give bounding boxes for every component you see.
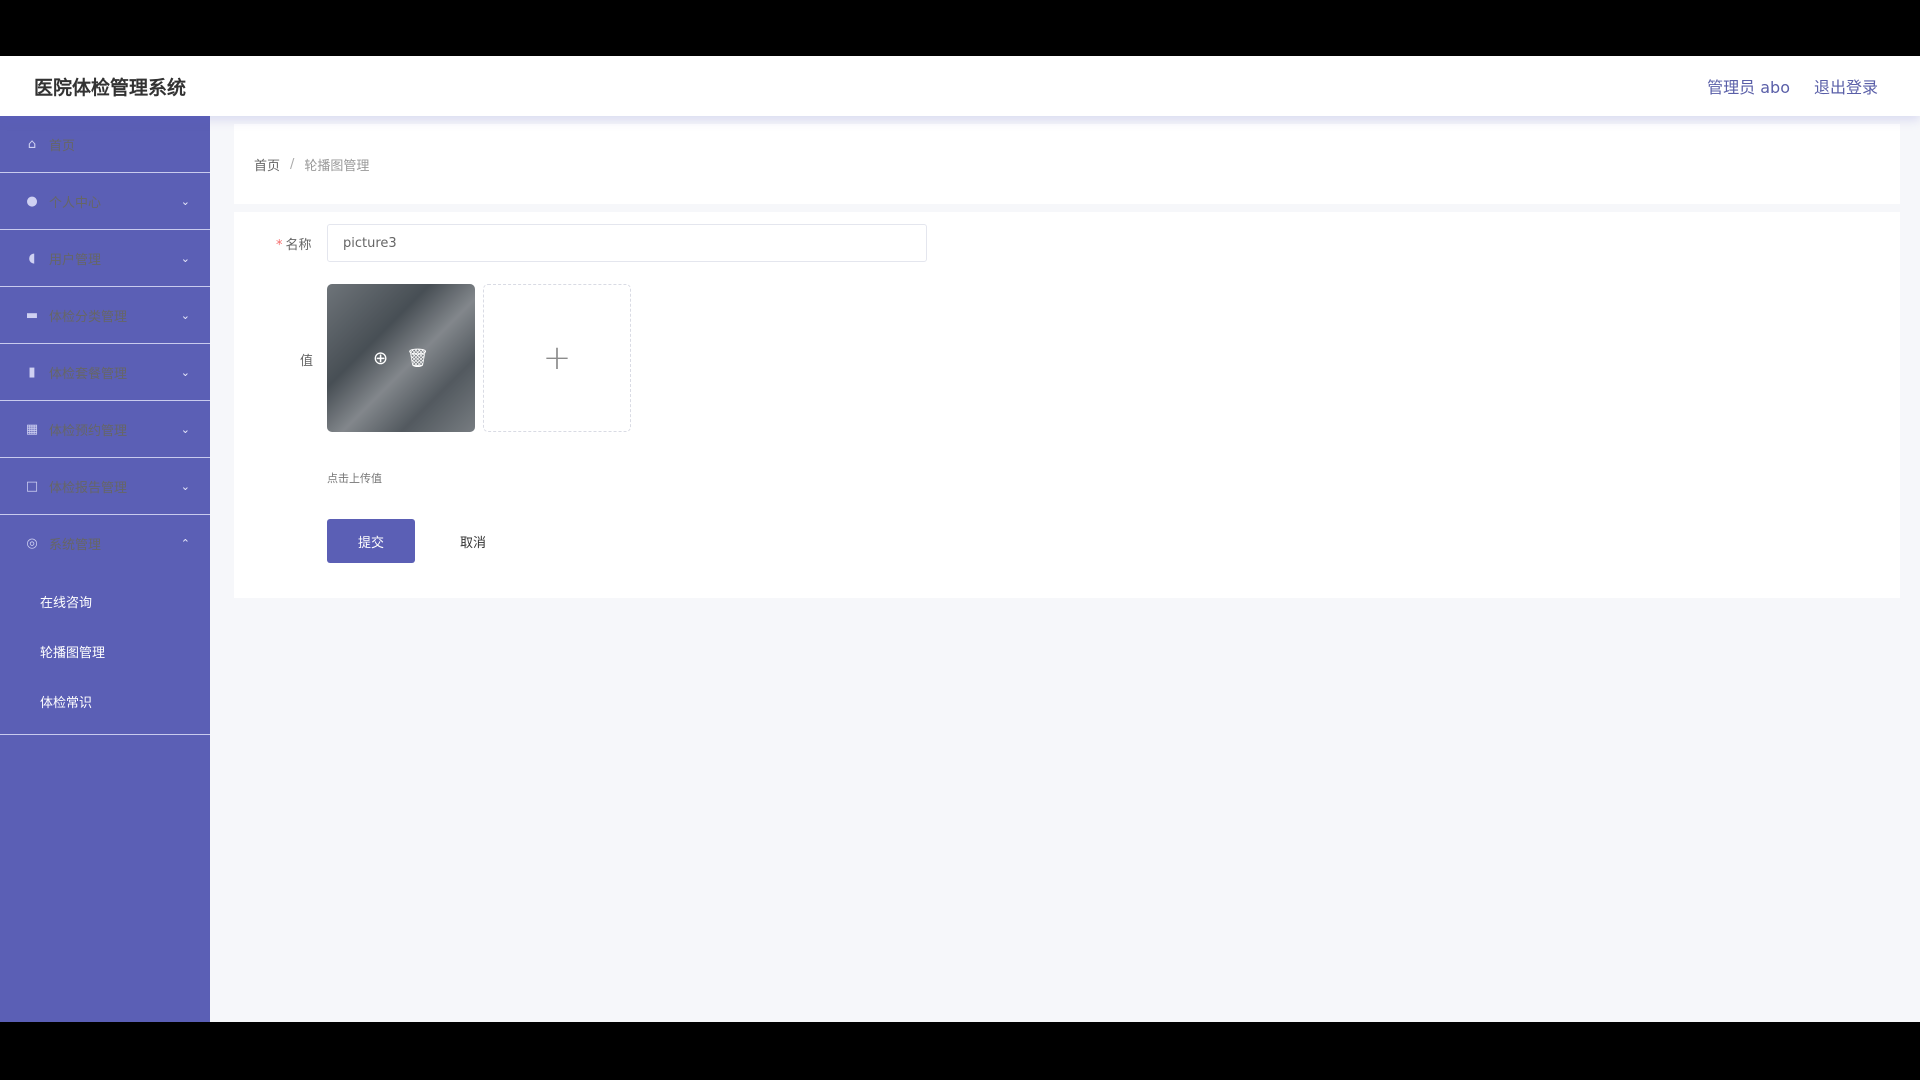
user-area: 管理员 abo 退出登录 bbox=[1707, 74, 1878, 98]
thumbnail-actions: ⊕ 🗑 bbox=[327, 284, 475, 432]
breadcrumb-home[interactable]: 首页 bbox=[254, 155, 280, 174]
current-user[interactable]: 管理员 abo bbox=[1707, 74, 1790, 98]
breadcrumb-separator: / bbox=[290, 156, 295, 172]
folder-icon: ▬ bbox=[25, 307, 39, 323]
sidebar-item-label: 体检预约管理 bbox=[49, 423, 128, 439]
sidebar-item-label: 首页 bbox=[49, 138, 76, 154]
chevron-down-icon: ⌄ bbox=[180, 194, 190, 208]
main-content: 首页 / 轮播图管理 * 名称 picture3 值 ⊕ 🗑 + 点击上传值 提… bbox=[234, 124, 1900, 598]
bar-chart-icon: ▮ bbox=[28, 364, 36, 380]
crop-icon: □ bbox=[25, 478, 39, 494]
sidebar-item-label: 体检套餐管理 bbox=[49, 366, 128, 382]
uploaded-image-thumbnail[interactable]: ⊕ 🗑 bbox=[327, 284, 475, 432]
value-label: 值 bbox=[300, 354, 314, 369]
top-bar: 医院体检管理系统 管理员 abo 退出登录 bbox=[0, 56, 1920, 116]
sidebar-item-system-management[interactable]: ◎ 系统管理 ⌃ bbox=[0, 515, 210, 572]
submit-button[interactable]: 提交 bbox=[327, 519, 415, 563]
app-title: 医院体检管理系统 bbox=[34, 76, 187, 99]
sidebar-item-user-management[interactable]: ◖ 用户管理 ⌄ bbox=[0, 230, 210, 287]
sidebar-item-home[interactable]: ⌂ 首页 bbox=[0, 116, 210, 173]
home-icon: ⌂ bbox=[27, 136, 37, 152]
name-row: * 名称 picture3 bbox=[276, 224, 927, 262]
cancel-button[interactable]: 取消 bbox=[429, 519, 517, 563]
sidebar-item-label: 系统管理 bbox=[49, 538, 102, 553]
sidebar-subitem-health-knowledge[interactable]: 体检常识 bbox=[0, 676, 210, 726]
chevron-down-icon: ⌄ bbox=[180, 479, 190, 493]
compass-icon: ◎ bbox=[26, 536, 38, 551]
sidebar-item-label: 体检报告管理 bbox=[49, 480, 128, 496]
name-label-wrap: * 名称 bbox=[276, 234, 327, 253]
app-screen: 医院体检管理系统 管理员 abo 退出登录 ⌂ 首页 ● 个人中心 ⌄ ◖ 用户… bbox=[0, 56, 1920, 1022]
user-icon: ● bbox=[26, 193, 38, 209]
sidebar-item-exam-report[interactable]: □ 体检报告管理 ⌄ bbox=[0, 458, 210, 515]
chevron-down-icon: ⌄ bbox=[180, 365, 190, 379]
sidebar-item-exam-package[interactable]: ▮ 体检套餐管理 ⌄ bbox=[0, 344, 210, 401]
sidebar-item-exam-booking[interactable]: ▦ 体检预约管理 ⌄ bbox=[0, 401, 210, 458]
logout-link[interactable]: 退出登录 bbox=[1814, 74, 1878, 98]
chevron-down-icon: ⌄ bbox=[180, 422, 190, 436]
upload-hint: 点击上传值 bbox=[327, 472, 382, 485]
chevron-down-icon: ⌄ bbox=[180, 251, 190, 265]
name-input[interactable]: picture3 bbox=[327, 224, 927, 262]
sidebar-subitem-carousel[interactable]: 轮播图管理 bbox=[0, 626, 210, 676]
sidebar-subitem-online-consult[interactable]: 在线咨询 bbox=[0, 576, 210, 626]
breadcrumb-current: 轮播图管理 bbox=[304, 158, 370, 174]
system-submenu: 在线咨询 轮播图管理 体检常识 bbox=[0, 572, 210, 735]
required-mark: * bbox=[276, 237, 283, 253]
delete-icon[interactable]: 🗑 bbox=[406, 348, 429, 369]
sidebar-item-label: 个人中心 bbox=[49, 195, 102, 211]
upload-add-button[interactable]: + bbox=[483, 284, 631, 432]
microphone-icon: ◖ bbox=[28, 250, 36, 266]
carousel-form: * 名称 picture3 值 ⊕ 🗑 + 点击上传值 提交 取消 bbox=[234, 212, 1900, 598]
sidebar-item-personal-center[interactable]: ● 个人中心 ⌄ bbox=[0, 173, 210, 230]
sidebar-item-label: 体检分类管理 bbox=[49, 309, 128, 325]
sidebar-item-label: 用户管理 bbox=[49, 252, 102, 268]
chevron-down-icon: ⌄ bbox=[180, 308, 190, 322]
sidebar-item-exam-category[interactable]: ▬ 体检分类管理 ⌄ bbox=[0, 287, 210, 344]
sidebar: ⌂ 首页 ● 个人中心 ⌄ ◖ 用户管理 ⌄ ▬ 体检分类管理 ⌄ ▮ 体检套餐… bbox=[0, 116, 210, 1022]
grid-icon: ▦ bbox=[25, 421, 39, 437]
breadcrumb: 首页 / 轮播图管理 bbox=[234, 124, 1900, 204]
plus-icon: + bbox=[542, 338, 572, 378]
name-label: 名称 bbox=[285, 237, 312, 253]
chevron-up-icon: ⌃ bbox=[180, 537, 190, 550]
zoom-in-icon[interactable]: ⊕ bbox=[373, 348, 388, 369]
